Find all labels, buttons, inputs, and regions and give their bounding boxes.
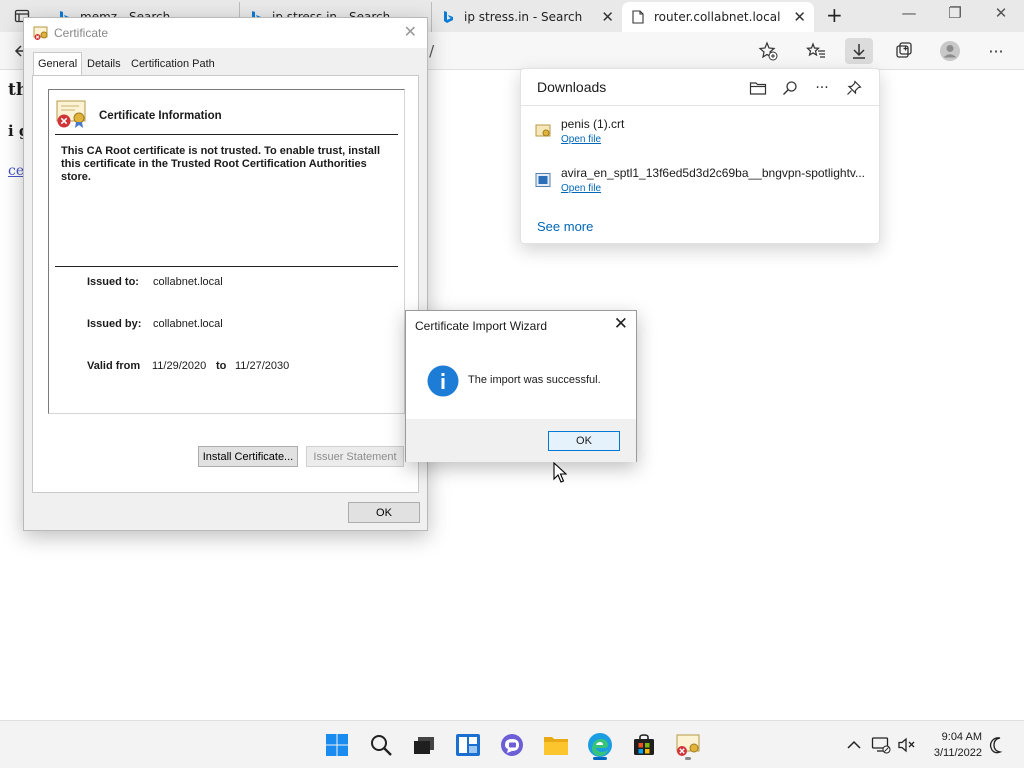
tab-general[interactable]: General	[33, 52, 83, 77]
collections-button[interactable]	[890, 38, 918, 64]
clock-date: 3/11/2022	[933, 747, 982, 759]
volume-muted-icon[interactable]	[896, 734, 918, 756]
focus-assist-moon-icon[interactable]	[987, 734, 1009, 756]
certificate-app-icon[interactable]	[672, 729, 704, 761]
chat-icon[interactable]	[496, 729, 528, 761]
downloads-panel: Downloads ··· penis (1).crt Open file av…	[520, 68, 880, 244]
valid-to-label: to	[216, 360, 227, 372]
certificate-file-icon	[535, 123, 551, 139]
issued-by-value: collabnet.local	[153, 318, 223, 330]
task-view-icon[interactable]	[408, 729, 440, 761]
certificate-window-title: Certificate	[54, 26, 109, 40]
certificate-info-box: Certificate Information This CA Root cer…	[48, 89, 405, 414]
dialog-footer: OK	[406, 419, 636, 462]
edge-icon[interactable]	[584, 729, 616, 761]
open-file-link[interactable]: Open file	[561, 134, 601, 145]
issued-to-label: Issued to:	[87, 276, 139, 288]
divider	[55, 134, 398, 135]
close-tab-icon[interactable]: ✕	[793, 8, 806, 26]
close-icon[interactable]: ✕	[614, 314, 628, 334]
download-icon	[853, 44, 865, 59]
ok-button[interactable]: OK	[548, 431, 620, 451]
open-file-link[interactable]: Open file	[561, 183, 601, 194]
valid-to-value: 11/27/2030	[235, 360, 290, 372]
system-clock[interactable]: 9:04 AM 3/11/2022	[934, 729, 982, 761]
active-indicator	[593, 757, 607, 760]
taskbar: 9:04 AM 3/11/2022	[0, 720, 1024, 768]
file-explorer-icon[interactable]	[540, 729, 572, 761]
close-tab-icon[interactable]: ✕	[601, 8, 614, 26]
avatar-icon	[940, 41, 960, 61]
mouse-cursor-icon	[553, 461, 568, 484]
certificate-small-icon	[33, 25, 49, 41]
downloads-title: Downloads	[537, 79, 607, 95]
chevron-up-icon[interactable]	[843, 734, 865, 756]
download-filename: penis (1).crt	[561, 117, 625, 131]
collections-icon	[896, 42, 912, 58]
tab-ip-stress-search-2[interactable]: ip stress.in - Search ✕	[432, 2, 622, 32]
import-wizard-title: Certificate Import Wizard	[415, 319, 548, 333]
clock-time: 9:04 AM	[941, 731, 982, 743]
plus-icon: +	[826, 3, 843, 27]
search-icon[interactable]	[365, 729, 397, 761]
settings-more-button[interactable]: ···	[982, 38, 1010, 64]
favorites-icon	[806, 42, 825, 58]
folder-icon[interactable]	[747, 77, 769, 99]
divider	[55, 266, 398, 267]
more-icon: ···	[988, 41, 1004, 61]
issued-by-label: Issued by:	[87, 318, 142, 330]
tab-details[interactable]: Details	[83, 54, 125, 76]
ok-button[interactable]: OK	[348, 502, 420, 523]
see-more-link[interactable]: See more	[537, 219, 593, 234]
search-icon[interactable]	[779, 77, 801, 99]
more-icon[interactable]: ···	[811, 77, 833, 99]
widgets-icon[interactable]	[452, 729, 484, 761]
certificate-info-title: Certificate Information	[99, 110, 222, 122]
issuer-statement-button: Issuer Statement	[306, 446, 404, 467]
downloads-divider	[521, 105, 879, 106]
certificate-error-icon	[55, 99, 89, 129]
star-add-icon	[758, 41, 778, 61]
favorites-button[interactable]	[802, 38, 830, 64]
information-icon	[427, 365, 459, 397]
new-tab-button[interactable]: +	[818, 0, 846, 30]
bing-icon	[440, 9, 456, 25]
favorite-add-button[interactable]	[754, 38, 782, 64]
install-certificate-button[interactable]: Install Certificate...	[198, 446, 298, 467]
import-wizard-dialog: Certificate Import Wizard ✕ The import w…	[405, 310, 637, 462]
tab-label: router.collabnet.local	[654, 10, 781, 24]
issued-to-value: collabnet.local	[153, 276, 223, 288]
tab-router-collabnet[interactable]: router.collabnet.local ✕	[622, 2, 814, 32]
tab-label: ip stress.in - Search	[464, 10, 583, 24]
store-icon[interactable]	[628, 729, 660, 761]
pin-icon[interactable]	[843, 77, 865, 99]
import-success-message: The import was successful.	[468, 374, 601, 386]
download-item[interactable]: penis (1).crt Open file	[535, 117, 870, 153]
downloads-button[interactable]	[845, 38, 873, 64]
page-link[interactable]: ce	[8, 163, 24, 179]
certificate-general-page: Certificate Information This CA Root cer…	[32, 75, 419, 493]
network-icon[interactable]	[870, 734, 892, 756]
download-item[interactable]: avira_en_sptl1_13f6ed5d3d2c69ba__bngvpn-…	[535, 166, 870, 202]
page-icon	[630, 9, 646, 25]
minimize-icon[interactable]: —	[886, 4, 932, 22]
profile-button[interactable]	[936, 38, 964, 64]
certificate-titlebar: Certificate ✕	[24, 18, 427, 48]
valid-from-value: 11/29/2020	[152, 360, 207, 372]
download-filename: avira_en_sptl1_13f6ed5d3d2c69ba__bngvpn-…	[561, 166, 866, 180]
restore-icon[interactable]: ❐	[932, 4, 978, 22]
certificate-trust-warning: This CA Root certificate is not trusted.…	[61, 145, 381, 183]
close-window-icon[interactable]: ✕	[978, 4, 1024, 22]
running-indicator	[685, 757, 691, 760]
certificate-dialog: Certificate ✕ General Details Certificat…	[23, 17, 428, 531]
installer-file-icon	[535, 172, 551, 188]
start-icon[interactable]	[321, 729, 353, 761]
close-icon[interactable]: ✕	[404, 22, 417, 41]
valid-from-label: Valid from	[87, 360, 141, 372]
tab-certification-path[interactable]: Certification Path	[127, 54, 219, 76]
